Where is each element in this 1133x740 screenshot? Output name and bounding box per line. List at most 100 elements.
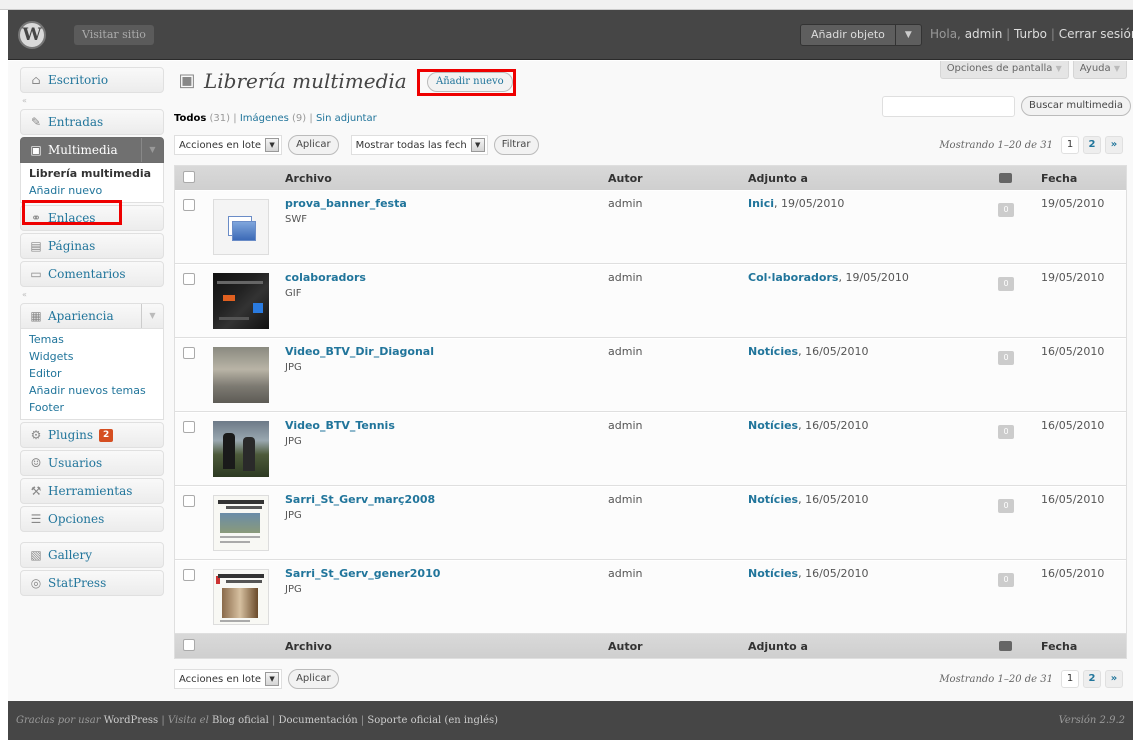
file-extension: JPG (285, 436, 302, 447)
search-input[interactable] (882, 96, 1015, 117)
footer-left: Gracias por usar WordPress | Visita el B… (16, 715, 499, 726)
select-all-checkbox[interactable] (183, 171, 195, 183)
thumbnail-image[interactable] (213, 347, 269, 403)
comment-count-icon[interactable]: 0 (998, 203, 1014, 217)
row-checkbox[interactable] (183, 569, 195, 581)
comment-count-icon[interactable]: 0 (998, 277, 1014, 291)
thumbnail-image[interactable] (213, 495, 269, 551)
row-checkbox[interactable] (183, 421, 195, 433)
documentation-link[interactable]: Documentación (279, 715, 358, 726)
submenu-editor[interactable]: Editor (21, 365, 163, 382)
row-checkbox[interactable] (183, 199, 195, 211)
support-link[interactable]: Soporte oficial (en inglés) (367, 715, 498, 726)
wordpress-logo-icon[interactable]: W (18, 21, 46, 49)
separator-arrow-icon[interactable]: « (20, 289, 164, 303)
menu-appearance[interactable]: ▦ Apariencia ▼ (20, 303, 164, 329)
turbo-link[interactable]: Turbo (1014, 27, 1047, 41)
next-page-link[interactable]: » (1105, 136, 1123, 154)
menu-settings[interactable]: ☰ Opciones (20, 506, 164, 532)
column-date[interactable]: Fecha (1041, 172, 1077, 185)
file-extension: GIF (285, 288, 302, 299)
submenu-add-new-media[interactable]: Añadir nuevo (21, 182, 163, 199)
parent-link[interactable]: Notícies (748, 419, 798, 432)
filter-all[interactable]: Todos (174, 113, 206, 124)
column-file[interactable]: Archivo (285, 172, 332, 185)
next-page-link[interactable]: » (1105, 670, 1123, 688)
comment-count-icon[interactable]: 0 (998, 573, 1014, 587)
date-filter-select[interactable]: Mostrar todas las fech ▼ (350, 135, 488, 155)
help-tab[interactable]: Ayuda ▼ (1072, 61, 1127, 79)
menu-dashboard[interactable]: ⌂ Escritorio (20, 67, 164, 93)
column-date[interactable]: Fecha (1041, 640, 1077, 653)
column-author[interactable]: Autor (608, 172, 643, 185)
comment-count-icon[interactable]: 0 (998, 425, 1014, 439)
row-checkbox[interactable] (183, 347, 195, 359)
file-title-link[interactable]: Video_BTV_Dir_Diagonal (285, 345, 434, 358)
chevron-down-icon: ▼ (1055, 64, 1062, 73)
select-all-checkbox[interactable] (183, 639, 195, 651)
file-title-link[interactable]: colaboradors (285, 271, 366, 284)
page-2-link[interactable]: 2 (1083, 136, 1101, 154)
blog-link[interactable]: Blog oficial (212, 715, 269, 726)
menu-statpress[interactable]: ◎ StatPress (20, 570, 164, 596)
submenu-media-library[interactable]: Librería multimedia (21, 165, 163, 182)
chevron-down-icon[interactable]: ▼ (141, 304, 163, 328)
apply-button[interactable]: Aplicar (288, 669, 339, 689)
submenu-widgets[interactable]: Widgets (21, 348, 163, 365)
comment-count-icon[interactable]: 0 (998, 351, 1014, 365)
file-extension: JPG (285, 584, 302, 595)
file-title-link[interactable]: Sarri_St_Gerv_gener2010 (285, 567, 440, 580)
bulk-actions-select[interactable]: Acciones en lote ▼ (174, 135, 283, 155)
parent-link[interactable]: Col·laboradors (748, 271, 838, 284)
parent-link[interactable]: Notícies (748, 567, 798, 580)
filter-unattached[interactable]: Sin adjuntar (316, 113, 377, 124)
add-object-label[interactable]: Añadir objeto (801, 25, 895, 45)
thumbnail-image[interactable] (213, 569, 269, 625)
row-checkbox[interactable] (183, 495, 195, 507)
chevron-down-icon[interactable]: ▼ (894, 25, 921, 45)
submenu-footer[interactable]: Footer (21, 399, 163, 416)
menu-tools[interactable]: ⚒ Herramientas (20, 478, 164, 504)
menu-gallery[interactable]: ▧ Gallery (20, 542, 164, 568)
menu-pages[interactable]: ▤ Páginas (20, 233, 164, 259)
parent-link[interactable]: Notícies (748, 345, 798, 358)
submenu-add-themes[interactable]: Añadir nuevos temas (21, 382, 163, 399)
column-author[interactable]: Autor (608, 640, 643, 653)
date: 19/05/2010 (1041, 197, 1105, 210)
menu-media[interactable]: ▣ Multimedia ▼ (20, 137, 164, 163)
thumbnail-image[interactable] (213, 421, 269, 477)
user-link[interactable]: admin (965, 27, 1003, 41)
bulk-actions-select[interactable]: Acciones en lote ▼ (174, 669, 283, 689)
menu-users[interactable]: ☺ Usuarios (20, 450, 164, 476)
parent-link[interactable]: Notícies (748, 493, 798, 506)
wordpress-link[interactable]: WordPress (104, 715, 159, 726)
visit-site-button[interactable]: Visitar sitio (74, 25, 154, 45)
search-media-button[interactable]: Buscar multimedia (1021, 96, 1132, 116)
page-2-link[interactable]: 2 (1083, 670, 1101, 688)
swf-file-icon[interactable] (213, 199, 269, 255)
menu-posts[interactable]: ✎ Entradas (20, 109, 164, 135)
thumbnail-image[interactable] (213, 273, 269, 329)
logout-link[interactable]: Cerrar sesión (1059, 27, 1133, 41)
gallery-icon: ▧ (30, 548, 42, 562)
column-file[interactable]: Archivo (285, 640, 332, 653)
row-checkbox[interactable] (183, 273, 195, 285)
chevron-down-icon[interactable]: ▼ (141, 138, 163, 162)
file-title-link[interactable]: prova_banner_festa (285, 197, 407, 210)
menu-plugins[interactable]: ⚙ Plugins 2 (20, 422, 164, 448)
file-title-link[interactable]: Sarri_St_Gerv_març2008 (285, 493, 435, 506)
apply-button[interactable]: Aplicar (288, 135, 339, 155)
add-object-dropdown[interactable]: Añadir objeto ▼ (800, 24, 922, 46)
submenu-themes[interactable]: Temas (21, 331, 163, 348)
column-parent[interactable]: Adjunto a (748, 172, 808, 185)
filter-images[interactable]: Imágenes (240, 113, 289, 124)
separator-arrow-icon[interactable]: « (20, 95, 164, 109)
menu-comments[interactable]: ▭ Comentarios (20, 261, 164, 287)
home-icon: ⌂ (31, 73, 41, 87)
file-title-link[interactable]: Video_BTV_Tennis (285, 419, 395, 432)
parent-link[interactable]: Inici (748, 197, 774, 210)
screen-options-tab[interactable]: Opciones de pantalla ▼ (939, 61, 1069, 79)
comment-count-icon[interactable]: 0 (998, 499, 1014, 513)
column-parent[interactable]: Adjunto a (748, 640, 808, 653)
filter-button[interactable]: Filtrar (493, 135, 539, 155)
